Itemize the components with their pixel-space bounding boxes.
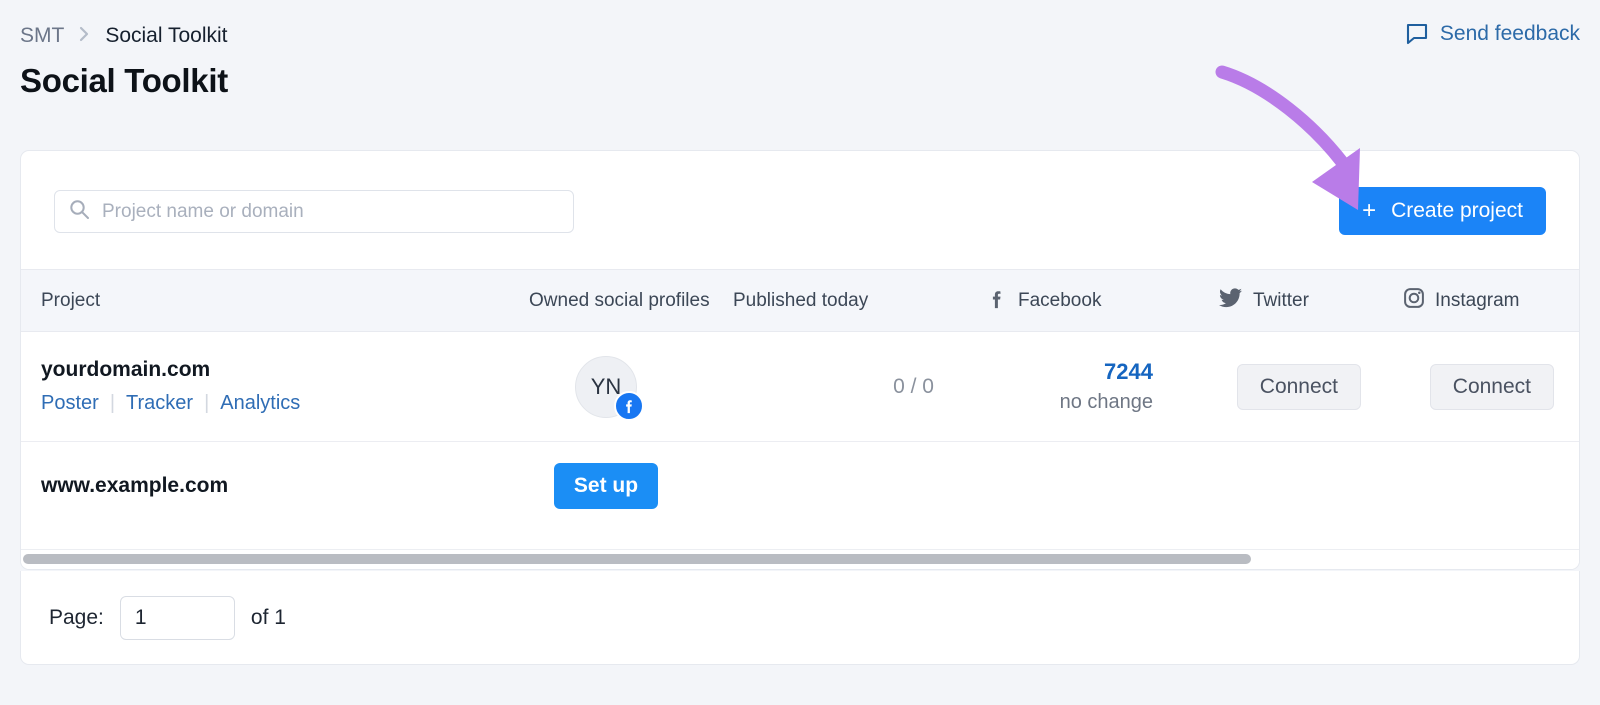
page-title: Social Toolkit <box>20 62 228 100</box>
project-link-poster[interactable]: Poster <box>41 392 99 415</box>
cell-twitter: Connect <box>1191 364 1381 410</box>
facebook-change: no change <box>1060 391 1153 414</box>
column-header-published[interactable]: Published today <box>721 290 966 312</box>
cell-project: www.example.com <box>21 474 491 498</box>
social-toolkit-page: SMT Social Toolkit Social Toolkit Send f… <box>0 0 1600 705</box>
cell-published: 0 / 0 <box>721 375 966 399</box>
cell-instagram: Connect <box>1381 364 1576 410</box>
column-header-profiles[interactable]: Owned social profiles <box>491 290 721 312</box>
search-input[interactable] <box>102 201 559 223</box>
link-separator: | <box>110 392 115 415</box>
horizontal-scrollbar[interactable] <box>21 549 1580 569</box>
create-project-button[interactable]: + Create project <box>1339 187 1546 235</box>
projects-card: + Create project Project Owned social pr… <box>20 150 1580 570</box>
facebook-followers[interactable]: 7244 <box>1060 359 1153 385</box>
facebook-metric: 7244 no change <box>1060 359 1153 414</box>
column-label: Project <box>41 290 100 311</box>
speech-bubble-icon <box>1405 22 1429 46</box>
avatar[interactable]: YN <box>575 356 637 418</box>
column-header-twitter[interactable]: Twitter <box>1191 287 1381 315</box>
projects-table: Project Owned social profiles Published … <box>21 270 1579 530</box>
facebook-badge-icon <box>614 391 644 421</box>
instagram-icon <box>1403 287 1425 315</box>
pagination-total: of 1 <box>251 606 286 630</box>
create-project-label: Create project <box>1391 199 1523 223</box>
page-number-input[interactable] <box>120 596 235 640</box>
column-header-instagram[interactable]: Instagram <box>1381 287 1576 315</box>
pagination-label: Page: <box>49 606 104 630</box>
search-box[interactable] <box>54 190 574 233</box>
instagram-connect-button[interactable]: Connect <box>1430 364 1554 410</box>
published-value: 0 / 0 <box>893 375 934 399</box>
breadcrumb-current[interactable]: Social Toolkit <box>105 24 227 48</box>
twitter-connect-button[interactable]: Connect <box>1237 364 1361 410</box>
project-name[interactable]: www.example.com <box>41 474 491 498</box>
send-feedback-label: Send feedback <box>1440 22 1580 46</box>
column-label: Owned social profiles <box>529 290 710 312</box>
breadcrumb: SMT Social Toolkit <box>20 24 228 48</box>
column-label: Facebook <box>1018 290 1101 312</box>
plus-icon: + <box>1362 199 1376 223</box>
card-toolbar: + Create project <box>21 151 1579 270</box>
column-header-facebook[interactable]: Facebook <box>966 287 1191 315</box>
facebook-icon <box>986 287 1008 315</box>
column-label: Twitter <box>1253 290 1309 312</box>
table-header-row: Project Owned social profiles Published … <box>21 270 1579 332</box>
cell-profiles: YN <box>491 356 721 418</box>
link-separator: | <box>204 392 209 415</box>
project-links: Poster | Tracker | Analytics <box>41 392 491 415</box>
set-up-button[interactable]: Set up <box>554 463 658 509</box>
table-row: www.example.com Set up <box>21 442 1579 530</box>
cell-project: yourdomain.com Poster | Tracker | Analyt… <box>21 358 491 415</box>
scrollbar-thumb[interactable] <box>23 554 1251 564</box>
page-header: SMT Social Toolkit Social Toolkit Send f… <box>0 0 1600 140</box>
send-feedback-link[interactable]: Send feedback <box>1405 22 1580 46</box>
cell-profiles: Set up <box>491 463 721 509</box>
column-label: Published today <box>733 290 868 312</box>
project-link-analytics[interactable]: Analytics <box>220 392 300 415</box>
twitter-icon <box>1219 287 1243 315</box>
table-row: yourdomain.com Poster | Tracker | Analyt… <box>21 332 1579 442</box>
pagination-bar: Page: of 1 <box>20 571 1580 665</box>
search-icon <box>69 199 90 225</box>
project-link-tracker[interactable]: Tracker <box>126 392 193 415</box>
column-label: Instagram <box>1435 290 1519 312</box>
column-header-project[interactable]: Project <box>21 290 491 312</box>
chevron-right-icon <box>78 26 91 47</box>
breadcrumb-root[interactable]: SMT <box>20 24 64 48</box>
project-name[interactable]: yourdomain.com <box>41 358 491 382</box>
cell-facebook: 7244 no change <box>966 359 1191 414</box>
